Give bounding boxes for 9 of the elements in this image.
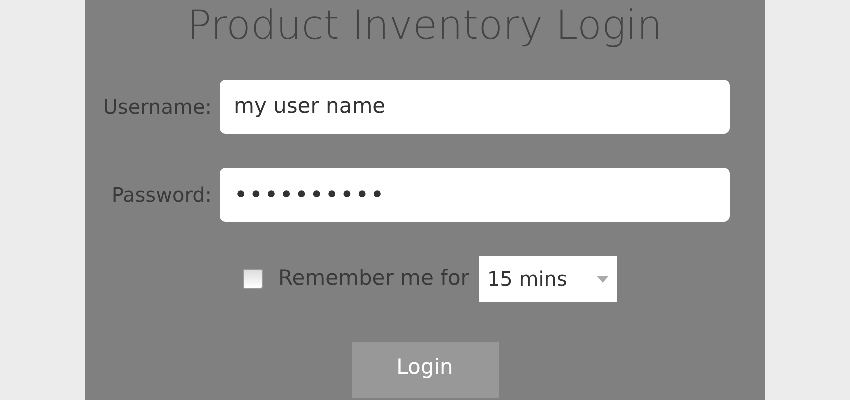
caret-icon: [597, 276, 610, 282]
remember-label: Remember me for: [278, 265, 470, 292]
remember-checkbox[interactable]: [242, 269, 263, 289]
password-field[interactable]: ••••••••••: [220, 168, 730, 222]
username-field[interactable]: my user name: [220, 80, 730, 134]
field-label: Username:: [102, 94, 213, 121]
login-title: Product Inventory Login: [188, 2, 662, 51]
duration-dropdown[interactable]: 15 mins: [479, 256, 618, 302]
field-label: Password:: [110, 182, 213, 209]
